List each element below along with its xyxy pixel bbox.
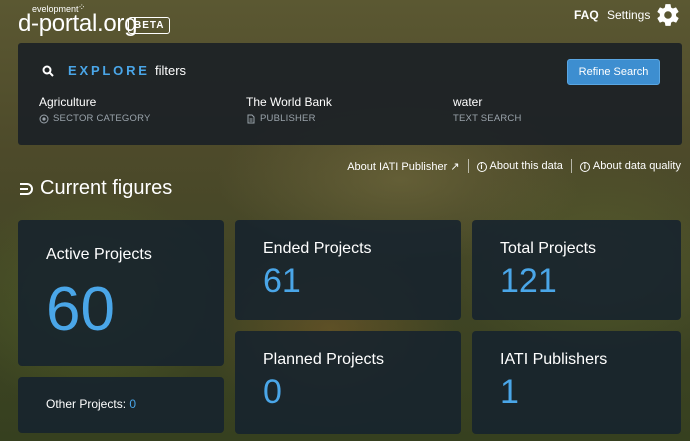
refine-search-button[interactable]: Refine Search <box>567 59 660 85</box>
filter-value: water <box>453 95 483 109</box>
document-icon <box>247 114 255 123</box>
card-value: 121 <box>500 262 557 300</box>
info-icon: i <box>579 162 590 172</box>
about-publisher-link[interactable]: About IATI Publisher ↗ <box>347 160 459 173</box>
explore-panel: EXPLORE filters Refine Search Agricultur… <box>18 43 682 145</box>
logo-text: d-portal.org <box>18 10 138 37</box>
card-other-projects[interactable]: Other Projects: 0 <box>18 377 224 433</box>
filter-type: PUBLISHER <box>246 113 332 124</box>
about-quality-link[interactable]: i About data quality <box>579 160 681 172</box>
explore-title: EXPLORE <box>68 63 150 78</box>
filter-type: SECTOR CATEGORY <box>39 113 151 124</box>
card-label: Total Projects <box>500 240 597 257</box>
other-projects-value: 0 <box>129 397 137 411</box>
card-label: Active Projects <box>46 246 152 263</box>
filter-publisher[interactable]: The World Bank PUBLISHER <box>246 95 332 124</box>
card-value: 60 <box>46 275 115 344</box>
explore-subtitle: filters <box>155 63 187 78</box>
divider <box>570 159 572 173</box>
current-figures-title: Current figures <box>40 177 173 199</box>
filter-type-label: TEXT SEARCH <box>453 113 522 124</box>
search-icon <box>42 65 54 77</box>
card-value: 1 <box>500 373 519 411</box>
top-bar: evelopment ⁘ d-portal.org BETA FAQ Setti… <box>0 0 690 40</box>
filter-type-label: PUBLISHER <box>260 113 316 124</box>
card-label: IATI Publishers <box>500 351 608 368</box>
faq-link[interactable]: FAQ <box>574 8 599 22</box>
card-label: Ended Projects <box>263 240 372 257</box>
other-projects-line: Other Projects: 0 <box>46 397 136 411</box>
filter-text[interactable]: water TEXT SEARCH <box>453 95 522 124</box>
about-data-label: About this data <box>489 160 563 172</box>
card-label: Planned Projects <box>263 351 384 368</box>
card-value: 61 <box>263 262 301 300</box>
card-active-projects[interactable]: Active Projects 60 <box>18 220 224 366</box>
about-data-link[interactable]: i About this data <box>476 160 563 172</box>
filter-type-label: SECTOR CATEGORY <box>53 113 151 124</box>
filter-sector[interactable]: Agriculture SECTOR CATEGORY <box>39 95 151 124</box>
card-planned-projects[interactable]: Planned Projects 0 <box>235 331 461 434</box>
card-iati-publishers[interactable]: IATI Publishers 1 <box>472 331 681 434</box>
filter-value: Agriculture <box>39 95 97 109</box>
card-total-projects[interactable]: Total Projects 121 <box>472 220 681 320</box>
filter-value: The World Bank <box>246 95 332 109</box>
card-value: 0 <box>263 373 282 411</box>
info-links: About IATI Publisher ↗ i About this data … <box>347 159 681 173</box>
card-ended-projects[interactable]: Ended Projects 61 <box>235 220 461 320</box>
divider <box>467 159 469 173</box>
info-icon: i <box>476 162 487 172</box>
about-quality-label: About data quality <box>592 160 681 172</box>
settings-link[interactable]: Settings <box>607 8 650 22</box>
filter-type: TEXT SEARCH <box>453 113 522 124</box>
beta-badge: BETA <box>128 17 171 34</box>
stack-icon <box>20 182 33 195</box>
target-icon <box>39 114 49 123</box>
current-figures-heading: Current figures <box>18 177 172 200</box>
gear-icon[interactable] <box>655 2 681 28</box>
other-projects-label: Other Projects: <box>46 397 127 411</box>
